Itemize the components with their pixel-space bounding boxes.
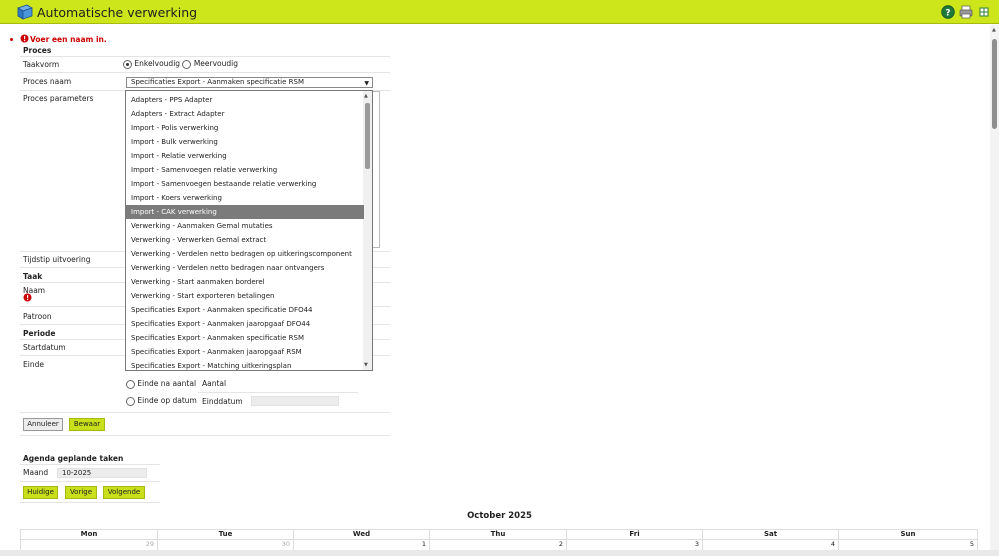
- dropdown-option[interactable]: Verwerking - Aanmaken Gemal mutaties: [126, 219, 364, 233]
- huidige-button[interactable]: Huidige: [23, 486, 58, 499]
- einddatum-label: Einddatum: [202, 397, 243, 406]
- taakvorm-enkelvoudig-radio[interactable]: [123, 59, 132, 69]
- divider: [20, 72, 390, 73]
- export-icon[interactable]: [977, 5, 991, 19]
- svg-text:?: ?: [945, 9, 950, 19]
- einde-label: Einde: [23, 360, 44, 369]
- annuleer-button[interactable]: Annuleer: [23, 418, 63, 431]
- calendar-day-header: Sat: [702, 529, 838, 539]
- title-bar: Automatische verwerking ?: [0, 0, 999, 24]
- dropdown-option[interactable]: Verwerking - Start exporteren betalingen: [126, 289, 364, 303]
- scroll-up-icon[interactable]: ▲: [364, 93, 368, 99]
- dropdown-option[interactable]: Specificaties Export - Aanmaken jaaropga…: [126, 317, 364, 331]
- startdatum-label: Startdatum: [23, 343, 66, 352]
- einde-na-aantal-radio[interactable]: [126, 379, 135, 389]
- scroll-up-icon[interactable]: ▲: [992, 27, 996, 33]
- dropdown-option[interactable]: Import - Koers verwerking: [126, 191, 364, 205]
- bullet-icon: [10, 38, 13, 41]
- dropdown-option[interactable]: Verwerking - Start aanmaken borderel: [126, 275, 364, 289]
- taakvorm-radio-group: Enkelvoudig Meervoudig: [123, 59, 238, 69]
- dropdown-option[interactable]: Specificaties Export - Aanmaken specific…: [126, 303, 364, 317]
- dropdown-option[interactable]: Specificaties Export - Matching uitkerin…: [126, 359, 364, 370]
- error-text: Voer een naam in.: [30, 35, 107, 44]
- volgende-button[interactable]: Volgende: [103, 486, 145, 499]
- divider: [20, 56, 390, 57]
- page-scrollbar[interactable]: ▲: [990, 25, 999, 550]
- dropdown-option[interactable]: Verwerking - Verdelen netto bedragen op …: [126, 247, 364, 261]
- taakvorm-enkelvoudig-label: Enkelvoudig: [134, 59, 181, 68]
- einde-op-datum-option: Einde op datum: [126, 396, 197, 406]
- proces-naam-label: Proces naam: [23, 77, 72, 86]
- divider: [20, 464, 160, 465]
- section-periode: Periode: [23, 329, 56, 338]
- maand-label: Maand: [23, 468, 49, 477]
- dropdown-scrollbar-thumb[interactable]: [365, 103, 370, 169]
- dropdown-scrollbar[interactable]: ▲ ▼: [363, 91, 372, 370]
- divider: [20, 412, 390, 413]
- dropdown-option[interactable]: Import - CAK verwerking: [126, 205, 364, 219]
- section-proces: Proces: [23, 46, 52, 55]
- proces-parameters-label: Proces parameters: [23, 94, 94, 103]
- calendar-day-header: Fri: [566, 529, 702, 539]
- dropdown-option[interactable]: Adapters - Extract Adapter: [126, 107, 364, 121]
- calendar-month-title: October 2025: [467, 511, 532, 521]
- dropdown-option[interactable]: Import - Samenvoegen relatie verwerking: [126, 163, 364, 177]
- taakvorm-meervoudig-radio[interactable]: [182, 59, 192, 69]
- dropdown-option[interactable]: Specificaties Export - Aanmaken jaaropga…: [126, 345, 364, 359]
- divider: [20, 502, 160, 503]
- scroll-down-icon[interactable]: ▼: [364, 362, 368, 368]
- taakvorm-meervoudig-label: Meervoudig: [193, 59, 238, 68]
- calendar-day-header: Thu: [429, 529, 566, 539]
- calendar-day-header: Tue: [157, 529, 293, 539]
- divider: [20, 435, 390, 436]
- proces-naam-select[interactable]: Specificaties Export - Aanmaken specific…: [126, 77, 373, 88]
- einde-op-datum-radio[interactable]: [126, 396, 135, 406]
- chevron-down-icon: ▼: [364, 80, 369, 87]
- dropdown-option[interactable]: Adapters - PPS Adapter: [126, 93, 364, 107]
- page-scrollbar-thumb[interactable]: [992, 39, 997, 129]
- help-icon[interactable]: ?: [941, 5, 955, 19]
- aantal-label: Aantal: [202, 379, 227, 388]
- proces-naam-value: Specificaties Export - Aanmaken specific…: [131, 78, 304, 86]
- einde-na-aantal-label: Einde na aantal: [137, 379, 197, 388]
- calendar-day-header: Wed: [293, 529, 429, 539]
- taakvorm-label: Taakvorm: [23, 60, 60, 69]
- calendar-day-header: Sun: [838, 529, 978, 539]
- dropdown-option[interactable]: Import - Relatie verwerking: [126, 149, 364, 163]
- print-icon[interactable]: [959, 5, 973, 19]
- tijdstip-label: Tijdstip uitvoering: [23, 255, 91, 264]
- patroon-label: Patroon: [23, 312, 52, 321]
- error-icon: [20, 34, 29, 45]
- error-icon: [23, 293, 32, 304]
- dropdown-option[interactable]: Import - Samenvoegen bestaande relatie v…: [126, 177, 364, 191]
- dropdown-option[interactable]: Import - Bulk verwerking: [126, 135, 364, 149]
- agenda-title: Agenda geplande taken: [23, 454, 124, 463]
- einde-na-aantal-option: Einde na aantal: [126, 379, 196, 389]
- page-title: Automatische verwerking: [37, 5, 198, 20]
- horizontal-scrollbar[interactable]: [0, 550, 999, 556]
- divider: [20, 481, 160, 482]
- einde-op-datum-label: Einde op datum: [137, 396, 197, 405]
- vorige-button[interactable]: Vorige: [65, 486, 97, 499]
- calendar-day-header: Mon: [20, 529, 157, 539]
- dropdown-option[interactable]: Verwerking - Verwerken Gemal extract: [126, 233, 364, 247]
- maand-input[interactable]: 10-2025: [57, 468, 147, 478]
- section-taak: Taak: [23, 272, 43, 281]
- dropdown-option[interactable]: Specificaties Export - Aanmaken specific…: [126, 331, 364, 345]
- divider: [198, 392, 358, 393]
- dropdown-option[interactable]: Import - Polis verwerking: [126, 121, 364, 135]
- bewaar-button[interactable]: Bewaar: [69, 418, 105, 431]
- app-cube-icon: [16, 3, 34, 21]
- dropdown-option[interactable]: Verwerking - Verdelen netto bedragen naa…: [126, 261, 364, 275]
- proces-naam-dropdown-list[interactable]: ▲ ▼ Adapters - PPS Adapter Adapters - Ext…: [125, 90, 373, 371]
- einddatum-input[interactable]: [251, 396, 339, 406]
